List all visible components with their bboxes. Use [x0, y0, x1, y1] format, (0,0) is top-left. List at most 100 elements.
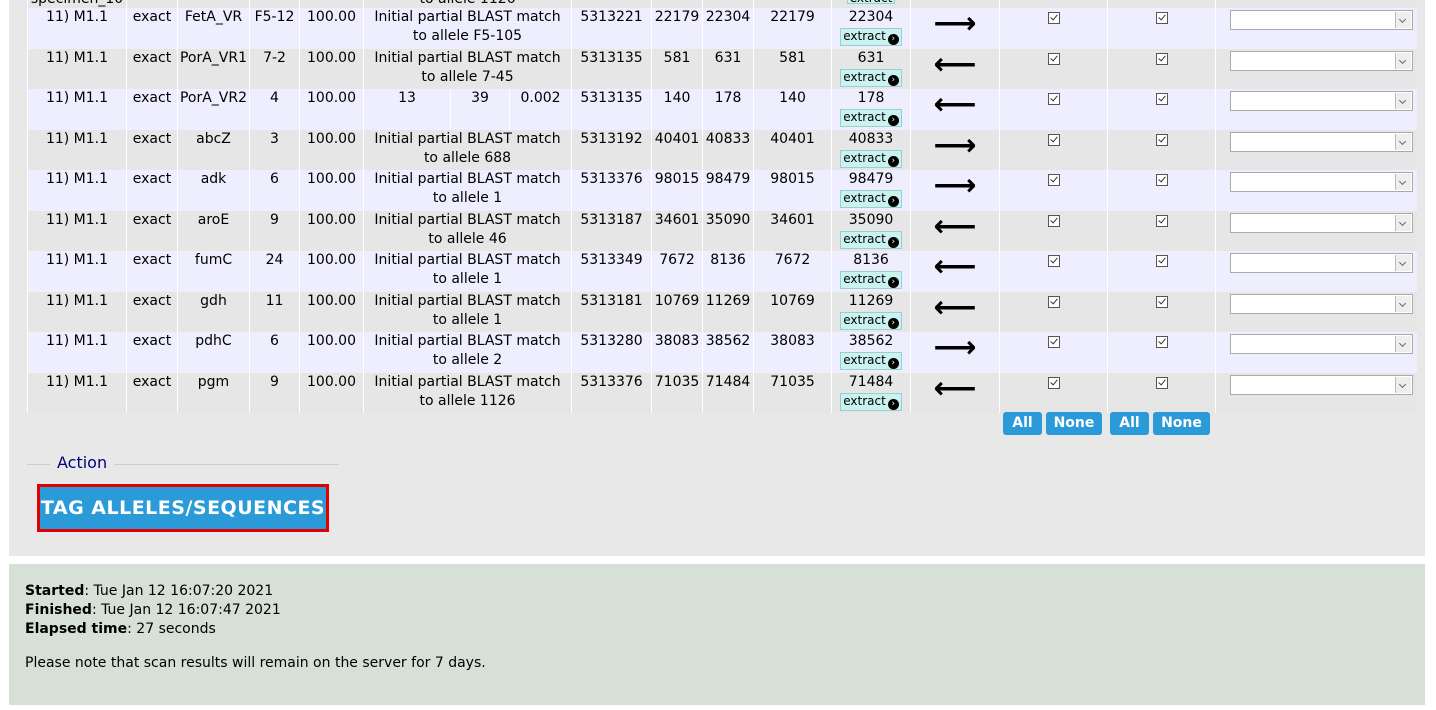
flag-checkbox-cell [1107, 48, 1216, 89]
extract-link[interactable]: extract › [840, 190, 902, 208]
description-cell: Initial partial BLAST match to allele 1 [362, 251, 572, 292]
extract-link[interactable]: extract › [840, 149, 902, 168]
flag-select[interactable] [1229, 172, 1413, 192]
flag-checkbox[interactable] [1155, 376, 1168, 389]
identity-cell: 100.00 [299, 8, 364, 49]
flag-checkbox[interactable] [1155, 12, 1168, 24]
tag-checkbox[interactable] [1047, 133, 1060, 146]
flag-checkbox-cell [1107, 372, 1216, 413]
arrow-right-icon: ⟶ [933, 332, 977, 365]
circle-arrow-icon: › [887, 74, 899, 86]
flag-checkbox-cell [1107, 129, 1216, 170]
locus-cell: pgm [177, 372, 250, 413]
tag-checkbox-cell [999, 210, 1108, 251]
extract-link[interactable]: extract › [840, 28, 902, 46]
direction-cell: ⟶ [910, 8, 1000, 49]
tag-checkbox-cell [999, 332, 1108, 373]
direction-cell: ⟵ [910, 251, 1000, 292]
extract-link[interactable]: extract [846, 0, 896, 4]
predicted-start-cell: 7672 [753, 251, 832, 292]
flag-select[interactable] [1229, 131, 1413, 152]
flag-select[interactable] [1229, 334, 1413, 354]
flag-select[interactable] [1229, 374, 1413, 395]
flag-select[interactable] [1229, 91, 1413, 111]
select-all-button-2[interactable]: All [1110, 412, 1149, 435]
tag-checkbox[interactable] [1047, 255, 1060, 267]
table-row: 11) M1.1 exact aroE 9 100.00 Initial partial … [27, 210, 1417, 251]
arrow-left-icon: ⟵ [933, 210, 977, 244]
tag-alleles-button[interactable]: TAG ALLELES/SEQUENCES [37, 484, 329, 532]
table-row: 11) M1.1 exact gdh 11 100.00 Initial partial … [27, 291, 1417, 332]
flag-checkbox[interactable] [1155, 93, 1168, 105]
tag-checkbox-cell [999, 291, 1108, 332]
allele-cell: 7-2 [249, 48, 300, 89]
tag-checkbox[interactable] [1047, 214, 1060, 227]
extract-label: extract [843, 191, 886, 205]
chevron-down-icon [1394, 12, 1411, 28]
length-cell: 39 [450, 89, 510, 130]
predicted-end-cell: 8136 extract › [831, 251, 911, 292]
tag-checkbox-cell [999, 8, 1108, 49]
chevron-down-icon [1394, 52, 1411, 69]
flag-checkbox[interactable] [1155, 174, 1168, 186]
predicted-end-value: 71484 [848, 373, 894, 390]
extract-link[interactable]: extract › [840, 271, 902, 289]
flag-select[interactable] [1229, 253, 1413, 273]
flag-checkbox-cell [1107, 210, 1216, 251]
locus-cell: aroE [177, 210, 250, 251]
extract-label: extract [843, 393, 886, 408]
table-row: 11) M1.1 exact FetA_VR F5-12 100.00 Initial p… [27, 8, 1417, 49]
extract-link[interactable]: extract › [840, 352, 902, 370]
predicted-start-cell: 40401 [753, 129, 832, 170]
flag-select[interactable] [1229, 50, 1413, 71]
arrow-left-icon: ⟵ [933, 372, 977, 406]
tag-checkbox[interactable] [1047, 93, 1060, 105]
end-cell: 38562 [702, 332, 754, 373]
flag-checkbox[interactable] [1155, 52, 1168, 65]
tag-checkbox[interactable] [1047, 52, 1060, 65]
extract-label: extract [843, 150, 886, 165]
arrow-right-icon: ⟶ [933, 170, 977, 203]
tag-checkbox[interactable] [1047, 336, 1060, 348]
flag-select-cell [1215, 210, 1417, 251]
flag-checkbox[interactable] [1155, 214, 1168, 227]
match-cell: exact [126, 291, 178, 332]
isolate-cell: specimen_10 [27, 0, 127, 8]
extract-link[interactable]: extract › [840, 392, 902, 411]
flag-checkbox[interactable] [1155, 336, 1168, 348]
tag-checkbox[interactable] [1047, 174, 1060, 186]
tag-checkbox[interactable] [1047, 376, 1060, 389]
locus-set-cell: 11) M1.1 [27, 170, 127, 211]
predicted-end-cell: 35090 extract › [831, 210, 911, 251]
allele-cell: 9 [249, 372, 300, 413]
select-none-button-1[interactable]: None [1046, 412, 1102, 435]
tag-checkbox[interactable] [1047, 295, 1060, 308]
extract-link[interactable]: extract › [840, 109, 902, 127]
circle-arrow-icon: › [887, 155, 899, 167]
flag-checkbox[interactable] [1155, 133, 1168, 146]
select-none-button-2[interactable]: None [1153, 412, 1210, 435]
select-all-button-1[interactable]: All [1003, 412, 1042, 435]
predicted-end-value: 631 [857, 49, 885, 66]
flag-checkbox[interactable] [1155, 255, 1168, 267]
locus-cell: pdhC [177, 332, 250, 373]
contig-cell: 5313135 [571, 48, 652, 89]
flag-select[interactable] [1229, 293, 1413, 314]
extract-label: extract [843, 110, 886, 124]
contig-cell: 5313376 [571, 170, 652, 211]
flag-select-cell [1215, 291, 1417, 332]
tag-checkbox[interactable] [1047, 12, 1060, 24]
table-row: 11) M1.1 exact fumC 24 100.00 Initial partial… [27, 251, 1417, 292]
extract-label: extract [843, 312, 886, 327]
flag-select[interactable] [1229, 212, 1413, 233]
description-cell: Initial partial BLAST match to allele 7-… [362, 48, 572, 89]
flag-select[interactable] [1229, 10, 1413, 30]
arrow-left-icon: ⟵ [933, 89, 977, 122]
extract-link[interactable]: extract › [840, 230, 902, 249]
extract-link[interactable]: extract › [840, 311, 902, 330]
chevron-down-icon [1394, 255, 1411, 271]
extract-link[interactable]: extract › [840, 68, 902, 87]
flag-checkbox[interactable] [1155, 295, 1168, 308]
predicted-end-value: 40833 [848, 130, 894, 147]
description-cell: Initial partial BLAST match to allele 46 [362, 210, 572, 251]
